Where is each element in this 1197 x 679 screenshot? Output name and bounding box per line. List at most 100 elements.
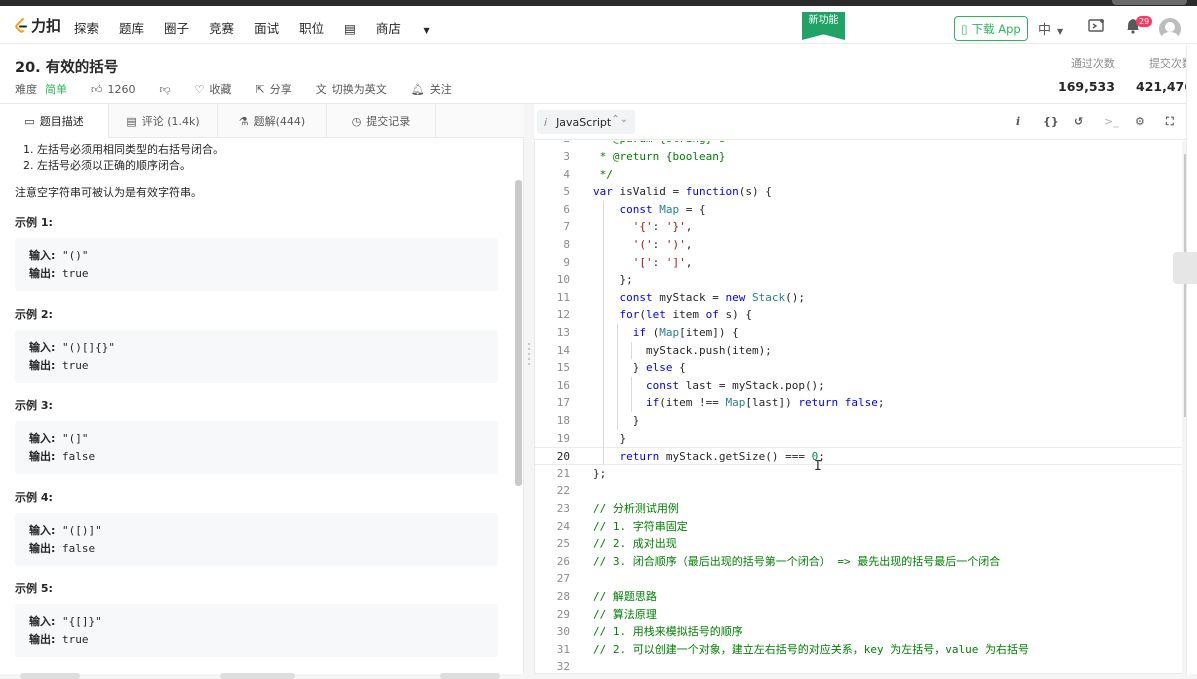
code-line: 16 const last = myStack.pop(); xyxy=(556,379,825,392)
code-line: 24// 1. 字符串固定 xyxy=(556,520,688,533)
braces-icon[interactable]: {} xyxy=(1043,115,1059,128)
download-app-button[interactable]: ▯ 下载 App xyxy=(954,16,1028,41)
settings-icon[interactable]: ⚙ xyxy=(1135,115,1145,128)
code-line: 9 '[': ']', xyxy=(563,256,693,269)
output-label: 输出: xyxy=(29,359,56,372)
tab-description[interactable]: ▭ 题目描述 xyxy=(0,104,109,138)
submissions-label: 提交次数 xyxy=(1148,57,1193,70)
favorite-button[interactable]: ♡ 收藏 xyxy=(195,81,232,97)
like-count: 1260 xyxy=(107,82,136,96)
tab-solutions[interactable]: ⚗ 题解(444) xyxy=(218,104,327,138)
code-line: 28// 解题思路 xyxy=(556,590,657,603)
top-nav: 力扣 探索 题库 圈子 竞赛 面试 职位 ▤ 商店 ▼ 新功能 ▯ 下载 App … xyxy=(0,6,1197,44)
example-3-label: 示例 3: xyxy=(15,399,53,412)
text-cursor-icon: I xyxy=(814,459,822,474)
code-line: 22 xyxy=(556,484,570,497)
leetcode-logo[interactable]: 力扣 xyxy=(14,15,61,36)
info-icon: i xyxy=(544,115,548,129)
indent-guide xyxy=(617,324,618,430)
language-select-value: JavaScript xyxy=(556,115,612,129)
example-4-output: false xyxy=(62,542,96,555)
rule-item: 左括号必须用相同类型的右括号闭合。 xyxy=(37,142,224,158)
example-4-label: 示例 4: xyxy=(15,491,53,504)
fullscreen-icon[interactable]: ⛶ xyxy=(1166,115,1174,129)
reset-icon[interactable]: ↺ xyxy=(1074,115,1083,128)
share-icon: ⇱ xyxy=(255,82,265,96)
language-switch[interactable]: 中 ▼ xyxy=(1038,19,1063,38)
code-line: 4 */ xyxy=(563,168,613,181)
chevron-icon: ⌃⌄ xyxy=(611,114,628,125)
nav-shop[interactable]: ▤ 商店 ▼ xyxy=(344,18,450,37)
empty-string-note: 注意空字符串可被认为是有效字符串。 xyxy=(15,186,202,199)
code-line: 32 xyxy=(556,660,570,673)
example-5-box: 输入: "{[]}" 输出: true xyxy=(15,604,498,657)
notification-badge: 29 xyxy=(1136,16,1153,27)
description-scrollbar[interactable] xyxy=(515,180,522,486)
dislike-button[interactable]: 👎︎ xyxy=(160,83,171,96)
share-button[interactable]: ⇱ 分享 xyxy=(256,81,292,97)
code-line: 25// 2. 成对出现 xyxy=(556,537,677,550)
side-float-tab[interactable] xyxy=(1173,252,1197,284)
like-button[interactable]: 👍︎ 1260 xyxy=(91,83,136,96)
tab-comments-label: 评论 (1.4k) xyxy=(141,115,200,128)
nav-explore[interactable]: 探索 xyxy=(74,18,99,37)
difficulty-value: 简单 xyxy=(45,83,67,96)
follow-label: 关注 xyxy=(429,83,452,96)
pane-resize-handle[interactable] xyxy=(527,340,531,380)
nav-jobs[interactable]: 职位 xyxy=(299,18,324,37)
playground-icon[interactable] xyxy=(1088,18,1106,37)
code-line-current: 20 return myStack.getSize() === 0; xyxy=(535,447,1185,465)
caret-down-icon: ▼ xyxy=(420,26,430,35)
browser-tab-stub[interactable] xyxy=(1112,0,1187,5)
tab-submissions[interactable]: ◷ 提交记录 xyxy=(327,104,436,138)
tab-comments[interactable]: ▤ 评论 (1.4k) xyxy=(109,104,218,138)
tab-solutions-label: 题解(444) xyxy=(253,115,306,128)
output-label: 输出: xyxy=(29,542,56,555)
input-label: 输入: xyxy=(29,615,56,628)
indent-guide xyxy=(631,377,632,412)
follow-button[interactable]: 🔔︎ 关注 xyxy=(411,81,452,97)
new-feature-ribbon[interactable]: 新功能 xyxy=(802,12,845,40)
code-line: 31// 2. 可以创建一个对象，建立左右括号的对应关系，key 为左括号，va… xyxy=(556,643,1029,656)
accepted-value: 169,533 xyxy=(1058,79,1115,94)
code-line: 18 } xyxy=(556,414,640,427)
document-icon: ▭ xyxy=(24,114,35,128)
description-content: 左括号必须用相同类型的右括号闭合。 左括号必须以正确的顺序闭合。 注意空字符串可… xyxy=(0,138,512,674)
code-line: 2 * @param {string} s xyxy=(535,141,1185,148)
code-line: 8 '(': ')', xyxy=(563,238,693,251)
user-avatar[interactable] xyxy=(1159,18,1181,40)
example-3-box: 输入: "(]" 输出: false xyxy=(15,421,498,474)
code-line: 7 '{': '}', xyxy=(563,220,693,233)
code-line: 3 * @return {boolean} xyxy=(563,150,726,163)
submissions-stat: 提交次数 421,476 xyxy=(1136,55,1193,94)
nav-circle[interactable]: 圈子 xyxy=(164,18,189,37)
nav-problems[interactable]: 题库 xyxy=(119,18,144,37)
example-5-input: "{[]}" xyxy=(62,615,102,628)
thumbs-up-icon: 👍︎ xyxy=(91,82,103,96)
example-1-output: true xyxy=(62,267,89,280)
logo-icon xyxy=(15,17,27,33)
language-select[interactable]: i JavaScript ⌃⌄ xyxy=(537,110,635,134)
logo-text: 力扣 xyxy=(31,17,62,35)
question-meta: 难度 简单 👍︎ 1260 👎︎ ♡ 收藏 ⇱ 分享 文切换为英文 🔔︎ 关注 xyxy=(15,81,476,97)
favorite-label: 收藏 xyxy=(209,83,232,96)
code-editor[interactable]: 2 * @param {string} s 3 * @return {boole… xyxy=(534,141,1186,674)
question-header: 20. 有效的括号 难度 简单 👍︎ 1260 👎︎ ♡ 收藏 ⇱ 分享 文切换为英文… xyxy=(0,44,1197,104)
example-3-input: "(]" xyxy=(62,432,89,445)
comment-icon: ▤ xyxy=(126,114,137,128)
code-line: 10 }; xyxy=(556,273,633,286)
console-icon[interactable]: >_ xyxy=(1104,115,1119,128)
nav-interview[interactable]: 面试 xyxy=(254,18,279,37)
code-line: 13 if (Map[item]) { xyxy=(556,326,739,339)
example-4-input: "([)]" xyxy=(62,524,102,537)
input-label: 输入: xyxy=(29,249,56,262)
example-2-output: true xyxy=(62,359,89,372)
info-italic-icon[interactable]: i xyxy=(1016,115,1020,128)
example-2-box: 输入: "()[]{}" 输出: true xyxy=(15,330,498,383)
bell-outline-icon: 🔔︎ xyxy=(410,82,425,96)
nav-contest[interactable]: 竞赛 xyxy=(209,18,234,37)
rules-list: 左括号必须用相同类型的右括号闭合。 左括号必须以正确的顺序闭合。 xyxy=(37,142,224,174)
example-3-output: false xyxy=(62,450,96,463)
switch-language-button[interactable]: 文切换为英文 xyxy=(316,81,387,97)
code-line: 29// 算法原理 xyxy=(556,608,657,621)
